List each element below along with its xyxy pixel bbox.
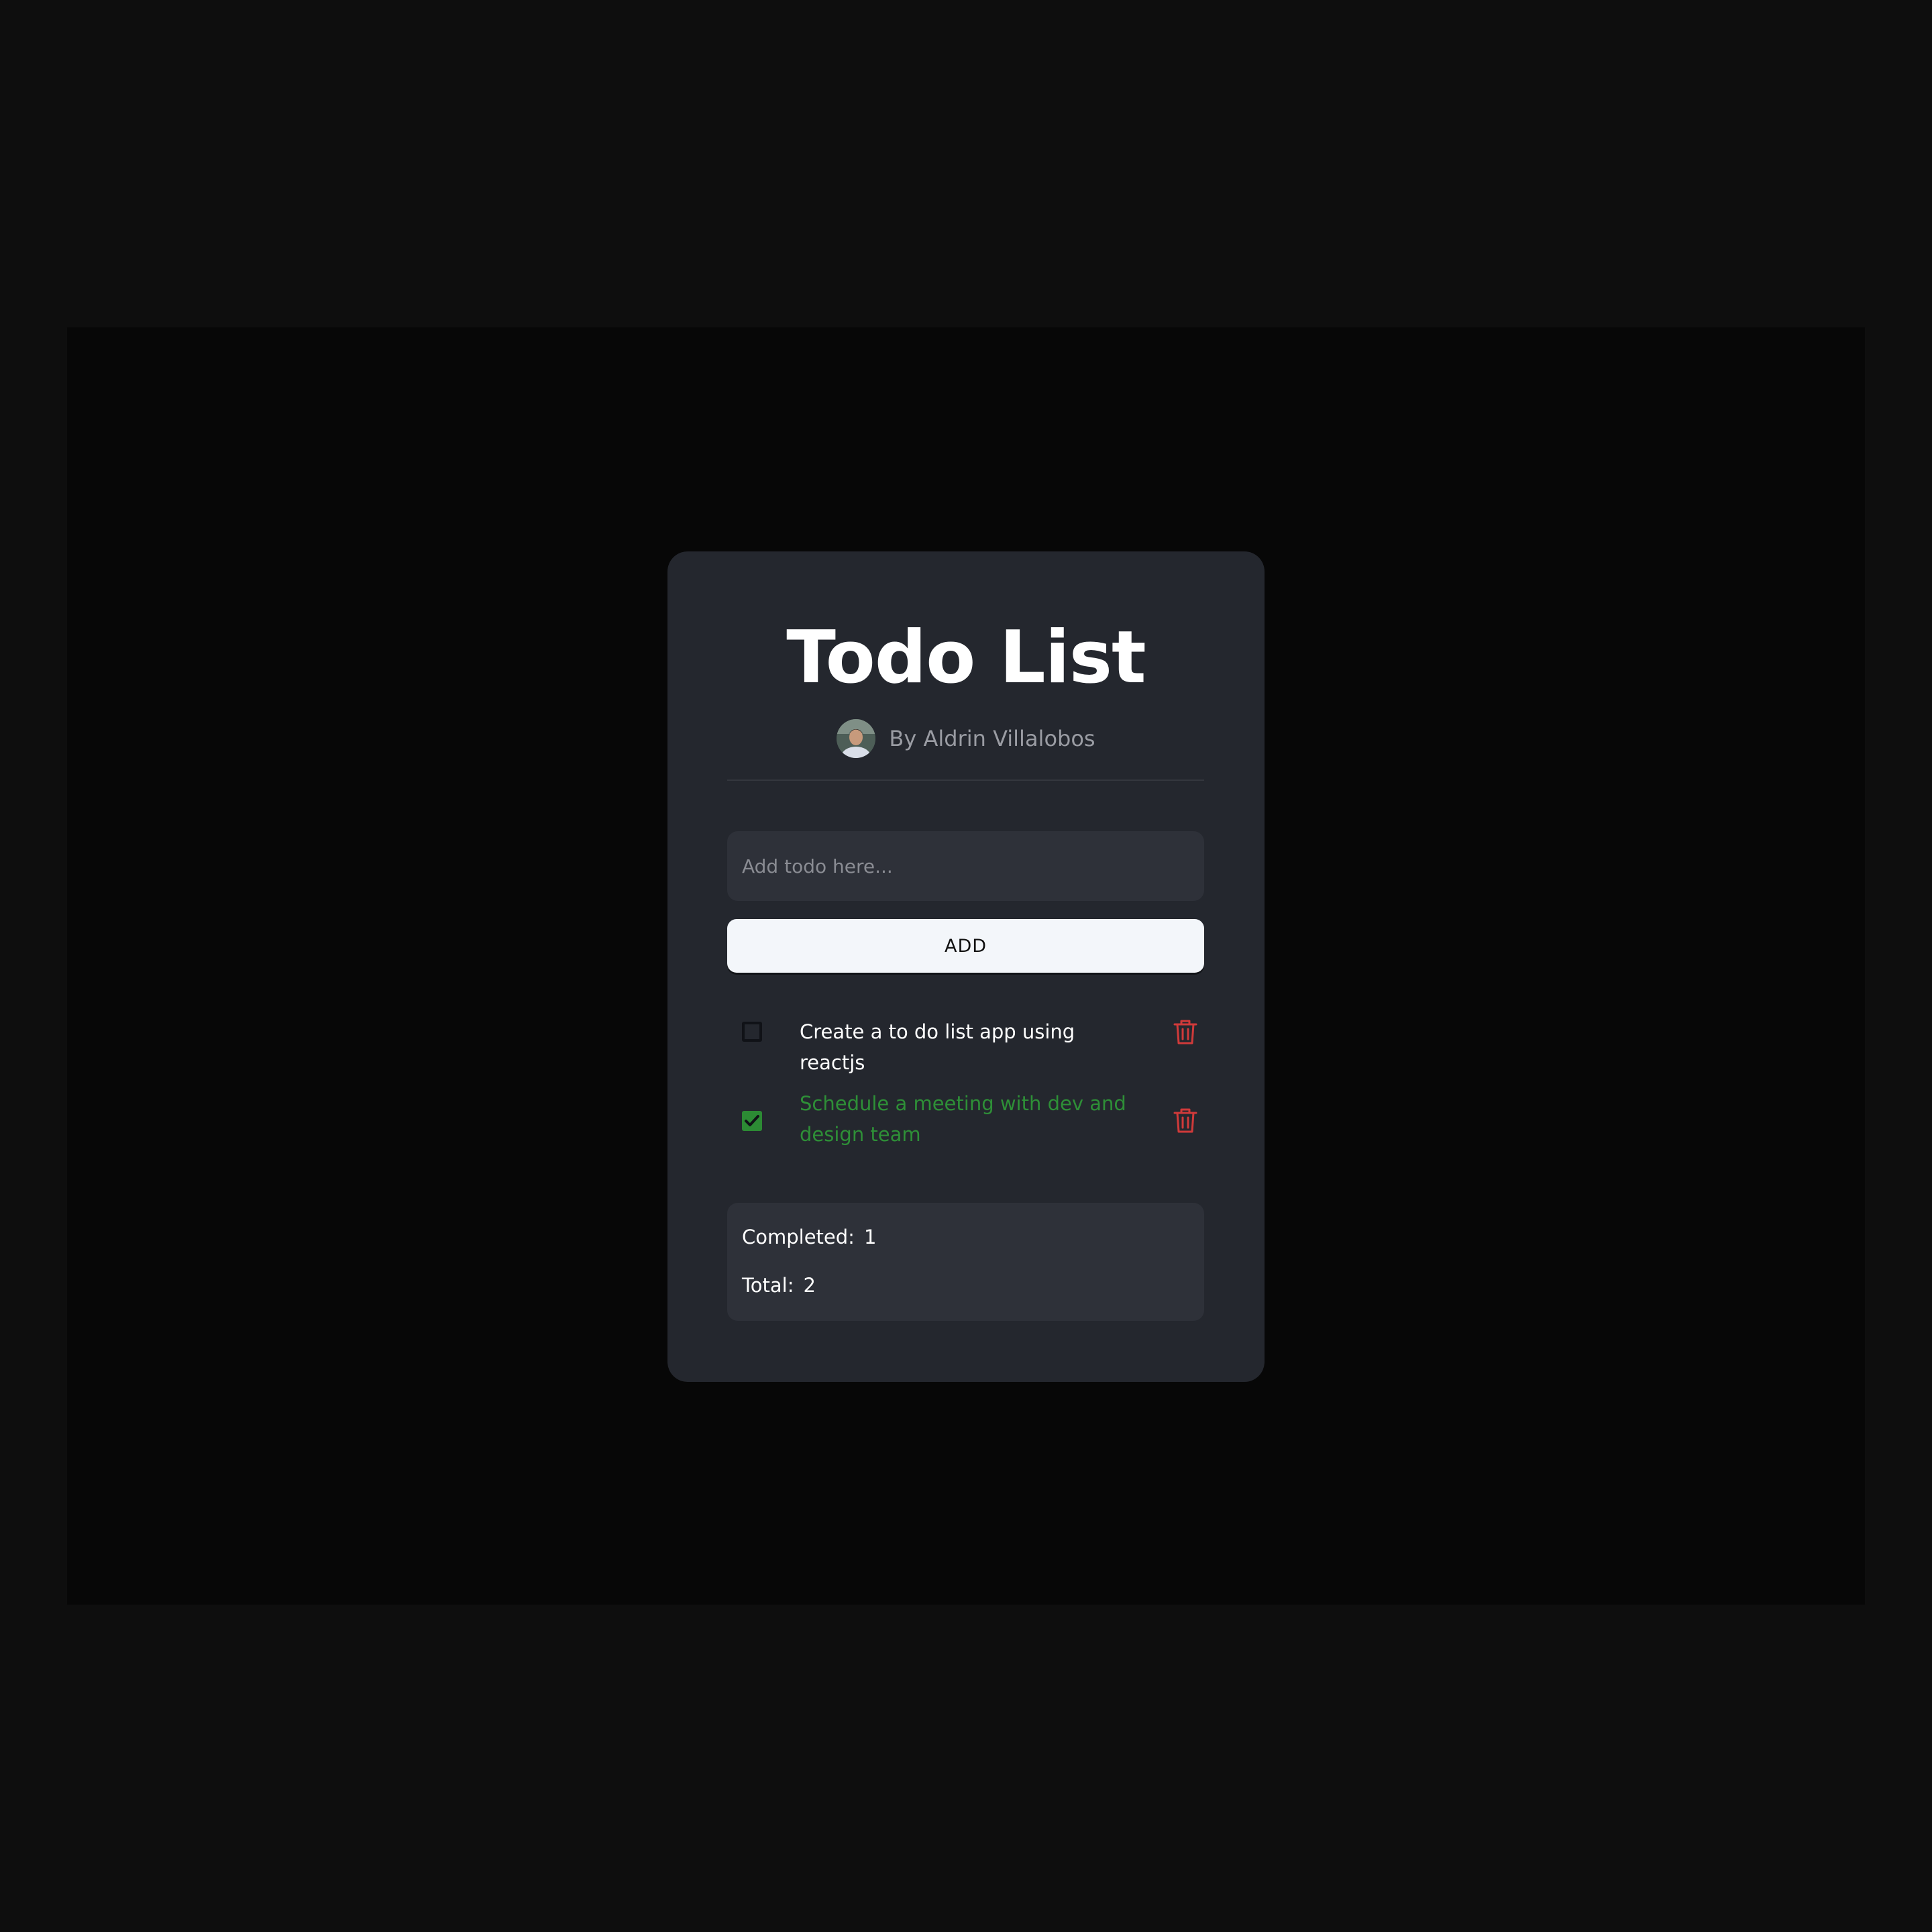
todo-checkbox[interactable] (742, 1022, 762, 1042)
author-name: By Aldrin Villalobos (889, 726, 1095, 751)
check-icon (745, 1115, 759, 1126)
divider (727, 780, 1204, 781)
todo-card: Todo List By Aldrin Villalobos ADD Creat… (667, 551, 1265, 1382)
completed-label: Completed: (742, 1226, 855, 1248)
todo-item: Create a to do list app using reactjs (727, 1014, 1204, 1074)
todo-text: Schedule a meeting with dev and design t… (800, 1092, 1126, 1146)
total-label: Total: (742, 1274, 794, 1297)
total-count: 2 (803, 1274, 816, 1297)
completed-count: 1 (863, 1226, 877, 1248)
add-button[interactable]: ADD (727, 919, 1204, 973)
todo-checkbox[interactable] (742, 1111, 762, 1131)
author-byline: By Aldrin Villalobos (667, 719, 1265, 758)
trash-icon[interactable] (1173, 1107, 1197, 1134)
total-stat: Total: 2 (742, 1276, 816, 1295)
todo-text: Create a to do list app using reactjs (800, 1020, 1075, 1074)
page-title: Todo List (786, 616, 1146, 700)
trash-icon[interactable] (1173, 1018, 1197, 1045)
avatar (837, 719, 876, 758)
todo-item: Schedule a meeting with dev and design t… (727, 1088, 1204, 1152)
todo-input[interactable] (727, 831, 1204, 901)
completed-stat: Completed: 1 (742, 1228, 876, 1247)
stats-panel: Completed: 1 Total: 2 (727, 1203, 1204, 1321)
